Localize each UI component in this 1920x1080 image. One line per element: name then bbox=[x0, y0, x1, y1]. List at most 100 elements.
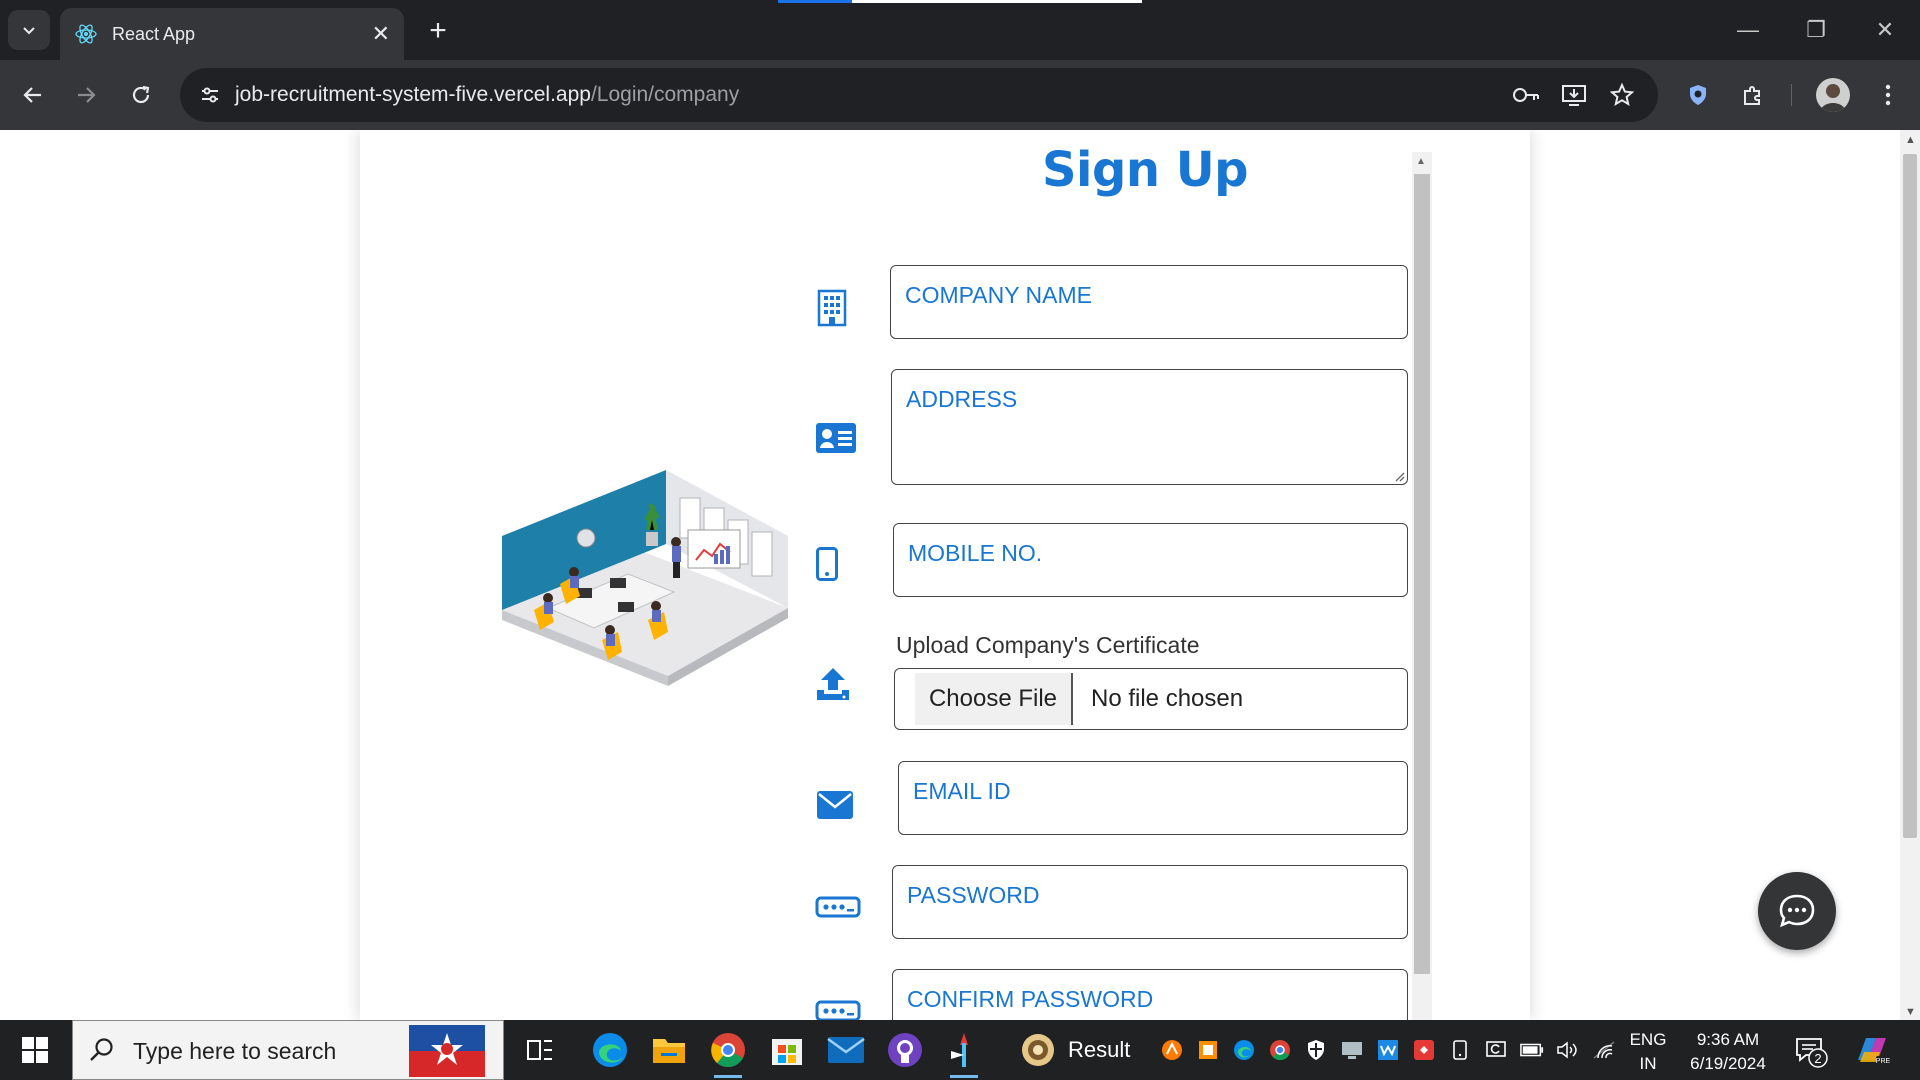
mobile-number-placeholder: MOBILE NO. bbox=[908, 540, 1043, 566]
page-scroll-up-icon[interactable]: ▲ bbox=[1905, 134, 1916, 146]
mobile-number-input[interactable]: MOBILE NO. bbox=[893, 523, 1408, 597]
notification-speech-icon: 2 bbox=[1796, 1038, 1828, 1068]
chrome-icon[interactable] bbox=[704, 1026, 752, 1078]
envelope-icon bbox=[811, 781, 859, 829]
close-window-button[interactable]: ✕ bbox=[1860, 10, 1910, 50]
reload-icon bbox=[132, 85, 150, 104]
upload-certificate-label: Upload Company's Certificate bbox=[896, 632, 1200, 658]
page-scrollbar[interactable]: ▲ ▼ bbox=[1900, 130, 1920, 1020]
result-app-icon[interactable] bbox=[1014, 1026, 1062, 1074]
microsoft-store-icon[interactable] bbox=[763, 1026, 811, 1074]
loading-bar-progress bbox=[778, 0, 852, 3]
reload-button[interactable] bbox=[121, 75, 161, 115]
tray-edge-icon[interactable] bbox=[1232, 1038, 1256, 1062]
install-app-icon[interactable] bbox=[1558, 79, 1590, 111]
browser-tab-bar: React App ✕ + — ❐ ✕ bbox=[0, 0, 1920, 60]
file-status-text: No file chosen bbox=[1091, 685, 1244, 712]
tab-title: React App bbox=[112, 23, 196, 44]
tray-chrome-icon[interactable] bbox=[1268, 1038, 1292, 1062]
extensions-puzzle-icon[interactable] bbox=[1733, 75, 1773, 115]
page-viewport: Sign Up COMPANY NAME ADDRESS MOBILE NO. … bbox=[0, 130, 1920, 1020]
task-view-icon[interactable] bbox=[516, 1026, 564, 1074]
taskbar-search-box[interactable]: Type here to search bbox=[72, 1020, 504, 1080]
address-textarea[interactable]: ADDRESS bbox=[891, 369, 1408, 485]
clock-date: 6/19/2024 bbox=[1690, 1054, 1766, 1073]
restore-button[interactable]: ❐ bbox=[1791, 10, 1841, 50]
svg-text:PRE: PRE bbox=[1876, 1058, 1891, 1065]
language-code: ENG bbox=[1629, 1030, 1667, 1049]
volume-icon[interactable] bbox=[1556, 1038, 1580, 1062]
browser-menu-icon[interactable] bbox=[1868, 75, 1908, 115]
arrow-left-icon bbox=[23, 87, 41, 103]
language-region: IN bbox=[1639, 1054, 1657, 1073]
confirm-password-input[interactable]: CONFIRM PASSWORD bbox=[892, 969, 1408, 1020]
site-info-button[interactable] bbox=[190, 75, 230, 115]
chevron-down-icon bbox=[23, 27, 35, 35]
forward-button[interactable] bbox=[66, 75, 106, 115]
network-icon[interactable] bbox=[1592, 1038, 1616, 1062]
arrow-right-icon bbox=[78, 87, 96, 103]
password-placeholder: PASSWORD bbox=[907, 882, 1040, 908]
tray-app-square-icon[interactable] bbox=[1196, 1038, 1220, 1062]
profile-avatar[interactable] bbox=[1816, 78, 1850, 112]
address-bar[interactable]: job-recruitment-system-five.vercel.app/L… bbox=[180, 68, 1658, 122]
back-button[interactable] bbox=[13, 75, 53, 115]
confirm-password-placeholder: CONFIRM PASSWORD bbox=[907, 986, 1154, 1012]
minimize-button[interactable]: — bbox=[1723, 10, 1773, 50]
tray-security-shield-icon[interactable] bbox=[1304, 1038, 1328, 1062]
tray-wave-app-icon[interactable] bbox=[1376, 1038, 1400, 1062]
address-placeholder: ADDRESS bbox=[906, 386, 1018, 412]
notification-center-button[interactable]: 2 bbox=[1794, 1034, 1828, 1068]
certificate-file-input[interactable]: Choose File No file chosen bbox=[894, 668, 1408, 730]
upload-icon bbox=[809, 660, 857, 708]
input-language-indicator[interactable]: ENG IN bbox=[1628, 1028, 1668, 1076]
url-text[interactable]: job-recruitment-system-five.vercel.app/L… bbox=[235, 83, 739, 107]
tray-monitor-icon[interactable] bbox=[1340, 1038, 1364, 1062]
github-icon[interactable] bbox=[881, 1026, 929, 1074]
password-input[interactable]: PASSWORD bbox=[892, 865, 1408, 939]
tab-search-button[interactable] bbox=[8, 10, 50, 50]
email-input[interactable]: EMAIL ID bbox=[898, 761, 1408, 835]
company-name-input[interactable]: COMPANY NAME bbox=[890, 265, 1408, 339]
battery-icon[interactable] bbox=[1520, 1038, 1544, 1062]
edge-browser-icon[interactable] bbox=[586, 1026, 634, 1074]
page-scroll-down-icon[interactable]: ▼ bbox=[1905, 1006, 1916, 1018]
extension-shield-icon[interactable] bbox=[1678, 75, 1718, 115]
url-path: /Login/company bbox=[590, 83, 740, 106]
notification-count: 2 bbox=[1814, 1051, 1821, 1066]
tray-tablet-icon[interactable] bbox=[1448, 1038, 1472, 1062]
tray-red-app-icon[interactable] bbox=[1412, 1038, 1436, 1062]
form-scrollbar-thumb[interactable] bbox=[1414, 174, 1430, 974]
search-icon bbox=[90, 1038, 113, 1061]
password-dots-icon bbox=[814, 883, 862, 931]
new-tab-button[interactable]: + bbox=[420, 14, 456, 50]
choose-file-button[interactable]: Choose File bbox=[915, 673, 1073, 725]
tray-refresh-monitor-icon[interactable] bbox=[1484, 1038, 1508, 1062]
resize-handle-icon[interactable] bbox=[1393, 470, 1405, 482]
windows-logo-icon bbox=[22, 1037, 48, 1063]
toolbar-separator bbox=[1791, 84, 1792, 106]
windows-taskbar: Type here to search Result ENG IN 9:36 A… bbox=[0, 1020, 1920, 1080]
password-key-icon[interactable] bbox=[1510, 79, 1542, 111]
browser-tab-active[interactable]: React App ✕ bbox=[60, 8, 404, 60]
start-button[interactable] bbox=[0, 1020, 70, 1080]
system-clock[interactable]: 9:36 AM 6/19/2024 bbox=[1678, 1028, 1778, 1076]
tray-app-orange-icon[interactable] bbox=[1160, 1038, 1184, 1062]
confirm-password-dots-icon bbox=[814, 987, 862, 1020]
close-tab-icon[interactable]: ✕ bbox=[372, 23, 390, 45]
tune-icon bbox=[202, 87, 218, 103]
chat-button[interactable] bbox=[1758, 872, 1836, 950]
search-placeholder: Type here to search bbox=[133, 1038, 337, 1064]
scroll-up-arrow-icon[interactable]: ▲ bbox=[1416, 156, 1426, 167]
search-highlight-flag-icon bbox=[409, 1025, 485, 1077]
company-name-placeholder: COMPANY NAME bbox=[905, 282, 1093, 308]
mobile-phone-icon bbox=[803, 540, 851, 588]
app-wand-icon[interactable] bbox=[940, 1026, 988, 1078]
mail-icon[interactable] bbox=[822, 1026, 870, 1074]
page-scrollbar-thumb[interactable] bbox=[1903, 154, 1917, 838]
file-explorer-icon[interactable] bbox=[645, 1026, 693, 1074]
bookmark-star-icon[interactable] bbox=[1606, 79, 1638, 111]
copilot-icon[interactable]: PRE bbox=[1852, 1030, 1892, 1070]
chat-bubble-icon bbox=[1779, 894, 1815, 928]
form-scrollbar[interactable]: ▲ bbox=[1412, 152, 1432, 1020]
